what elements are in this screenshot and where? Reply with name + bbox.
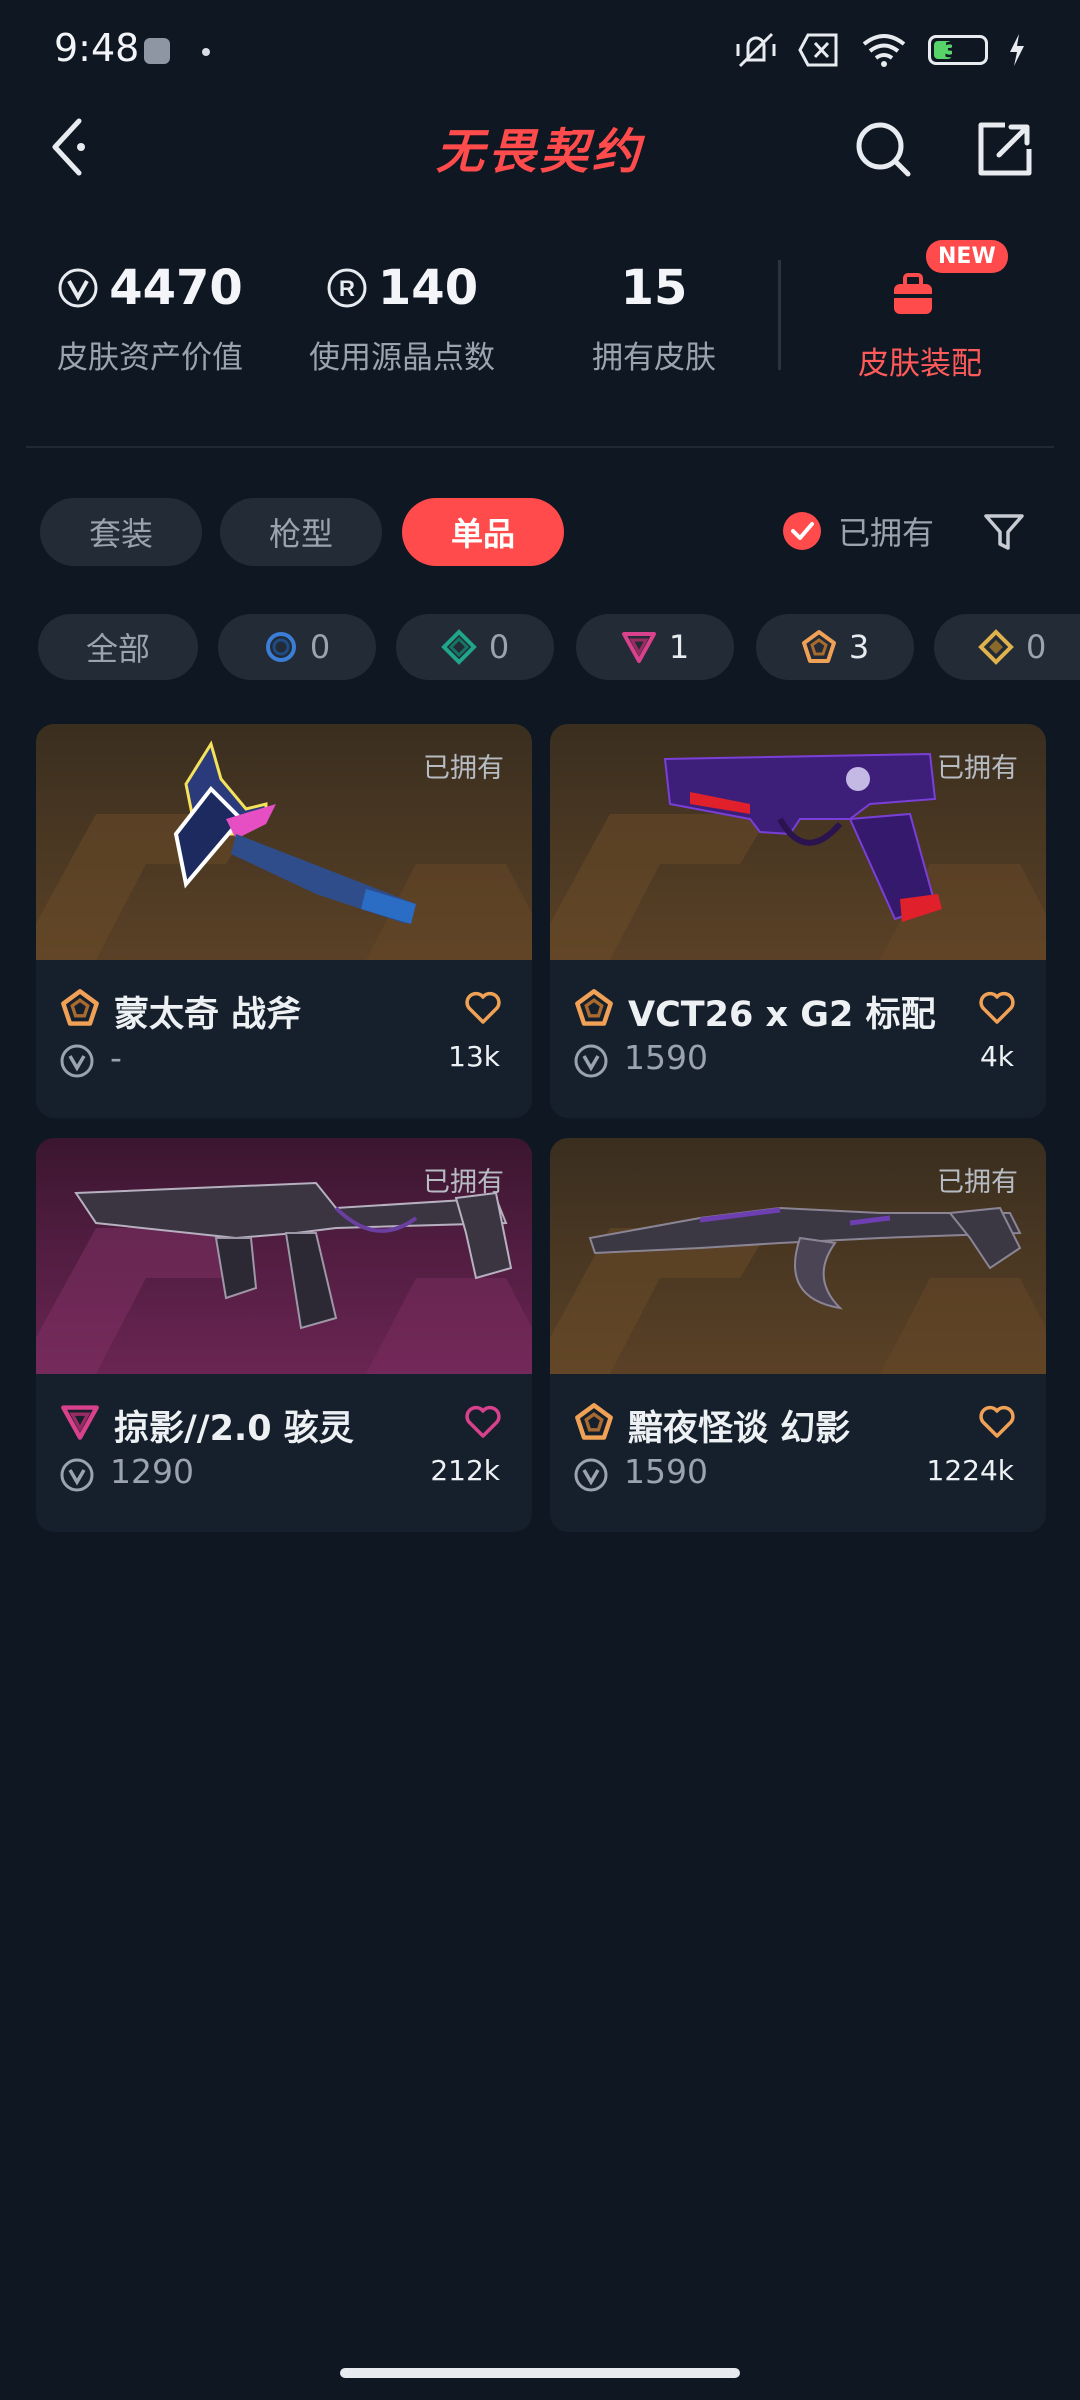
vp-icon xyxy=(60,1458,94,1492)
home-indicator[interactable] xyxy=(340,2368,740,2378)
stat-owned-skins: 15 拥有皮肤 xyxy=(544,258,764,377)
item-price: 1590 xyxy=(624,1452,708,1491)
ultra-tier-icon xyxy=(978,629,1014,665)
radianite-icon: R xyxy=(327,268,367,308)
exclusive-tier-icon xyxy=(575,1403,613,1440)
exclusive-tier-count: 3 xyxy=(848,628,870,666)
premium-tier-icon xyxy=(621,632,656,663)
filter-button[interactable] xyxy=(976,504,1032,560)
item-name: 掠影//2.0 骇灵 xyxy=(114,1409,354,1449)
rarity-chip-exclusive[interactable]: 3 xyxy=(756,614,914,680)
select-tier-count: 0 xyxy=(309,628,331,666)
svg-text:R: R xyxy=(339,276,355,301)
vp-icon xyxy=(574,1458,608,1492)
backpack-icon xyxy=(894,273,932,314)
status-time: 9:48 xyxy=(54,26,140,70)
favorite-heart-icon[interactable] xyxy=(462,986,504,1028)
battery-icon: 34 xyxy=(928,35,988,65)
radianite-value: 140 xyxy=(377,260,479,316)
notification-dot-icon xyxy=(202,48,210,56)
rarity-chip-all-label: 全部 xyxy=(85,630,150,668)
checkbox-checked-icon xyxy=(783,512,821,550)
rarity-chip-premium[interactable]: 1 xyxy=(576,614,734,680)
share-button[interactable] xyxy=(972,116,1038,182)
search-icon xyxy=(856,122,911,177)
item-price: - xyxy=(110,1038,122,1077)
favorite-heart-icon[interactable] xyxy=(976,1400,1018,1442)
item-name: VCT26 x G2 标配 xyxy=(628,995,936,1035)
item-card[interactable]: 已拥有 蒙太奇 战斧 - 13k xyxy=(36,724,532,1118)
section-divider xyxy=(26,446,1054,448)
radianite-label: 使用源晶点数 xyxy=(309,340,495,376)
owned-filter-toggle[interactable]: 已拥有 xyxy=(782,508,934,554)
item-card[interactable]: 已拥有 黯夜怪谈 幻影 1590 1224k xyxy=(550,1138,1046,1532)
rarity-chip-ultra[interactable]: 0 xyxy=(934,614,1080,680)
item-price: 1290 xyxy=(110,1452,194,1491)
item-name: 蒙太奇 战斧 xyxy=(114,995,302,1035)
item-price: 1590 xyxy=(624,1038,708,1077)
page-title: 无畏契约 xyxy=(435,124,644,180)
vp-icon xyxy=(58,268,98,308)
stat-radianite: R 140 使用源晶点数 xyxy=(292,258,512,377)
rarity-chip-deluxe[interactable]: 0 xyxy=(396,614,554,680)
status-icons: 34 xyxy=(734,30,1026,70)
vp-icon xyxy=(574,1044,608,1078)
tab-single-items[interactable]: 单品 xyxy=(402,498,564,566)
item-card[interactable]: 已拥有 VCT26 x G2 标配 1590 4k xyxy=(550,724,1046,1118)
exclusive-tier-icon xyxy=(801,630,836,663)
share-icon xyxy=(978,122,1032,176)
item-card[interactable]: 已拥有 掠影//2.0 骇灵 1290 212k xyxy=(36,1138,532,1532)
vp-icon xyxy=(60,1044,94,1078)
exclusive-tier-icon xyxy=(575,989,613,1026)
charging-icon xyxy=(1010,34,1024,66)
premium-tier-count: 1 xyxy=(668,628,690,666)
wifi-icon xyxy=(862,34,906,67)
tab-bundles[interactable]: 套装 xyxy=(40,498,202,566)
stat-asset-value: 4470 皮肤资产价值 xyxy=(40,258,260,377)
deluxe-tier-count: 0 xyxy=(488,628,510,666)
item-likes: 4k xyxy=(979,1040,1014,1073)
filter-icon xyxy=(984,514,1024,550)
tab-weapon-types[interactable]: 枪型 xyxy=(220,498,382,566)
select-tier-icon xyxy=(265,632,296,662)
search-button[interactable] xyxy=(850,116,916,182)
deluxe-tier-icon xyxy=(440,629,477,665)
stats-divider xyxy=(778,260,781,370)
owned-label: 已拥有 xyxy=(423,753,504,784)
owned-skins-label: 拥有皮肤 xyxy=(592,340,716,376)
owned-label: 已拥有 xyxy=(423,1167,504,1198)
mute-vibrate-icon xyxy=(736,32,776,68)
battery-level: 34 xyxy=(944,38,972,62)
asset-value-label: 皮肤资产价值 xyxy=(57,340,243,376)
exclusive-tier-icon xyxy=(61,989,99,1026)
rarity-chip-select[interactable]: 0 xyxy=(218,614,376,680)
item-likes: 212k xyxy=(430,1454,500,1487)
rarity-chip-all[interactable]: 全部 xyxy=(38,614,198,680)
owned-filter-label: 已拥有 xyxy=(838,514,935,552)
app-notification-icon xyxy=(144,38,170,64)
item-name: 黯夜怪谈 幻影 xyxy=(628,1409,851,1449)
ultra-tier-count: 0 xyxy=(1026,628,1047,666)
item-likes: 1224k xyxy=(926,1454,1014,1487)
asset-value: 4470 xyxy=(109,260,243,316)
owned-skins-value: 15 xyxy=(620,260,688,316)
favorite-heart-icon[interactable] xyxy=(976,986,1018,1028)
loadout-button[interactable]: NEW 皮肤装配 xyxy=(820,240,1020,382)
new-badge: NEW xyxy=(926,240,1008,273)
loadout-label: 皮肤装配 xyxy=(858,346,982,382)
premium-tier-icon xyxy=(61,1405,99,1440)
favorite-heart-icon[interactable] xyxy=(462,1400,504,1442)
no-sim-icon xyxy=(798,33,838,67)
owned-label: 已拥有 xyxy=(937,753,1018,784)
owned-label: 已拥有 xyxy=(937,1167,1018,1198)
item-likes: 13k xyxy=(448,1040,500,1073)
